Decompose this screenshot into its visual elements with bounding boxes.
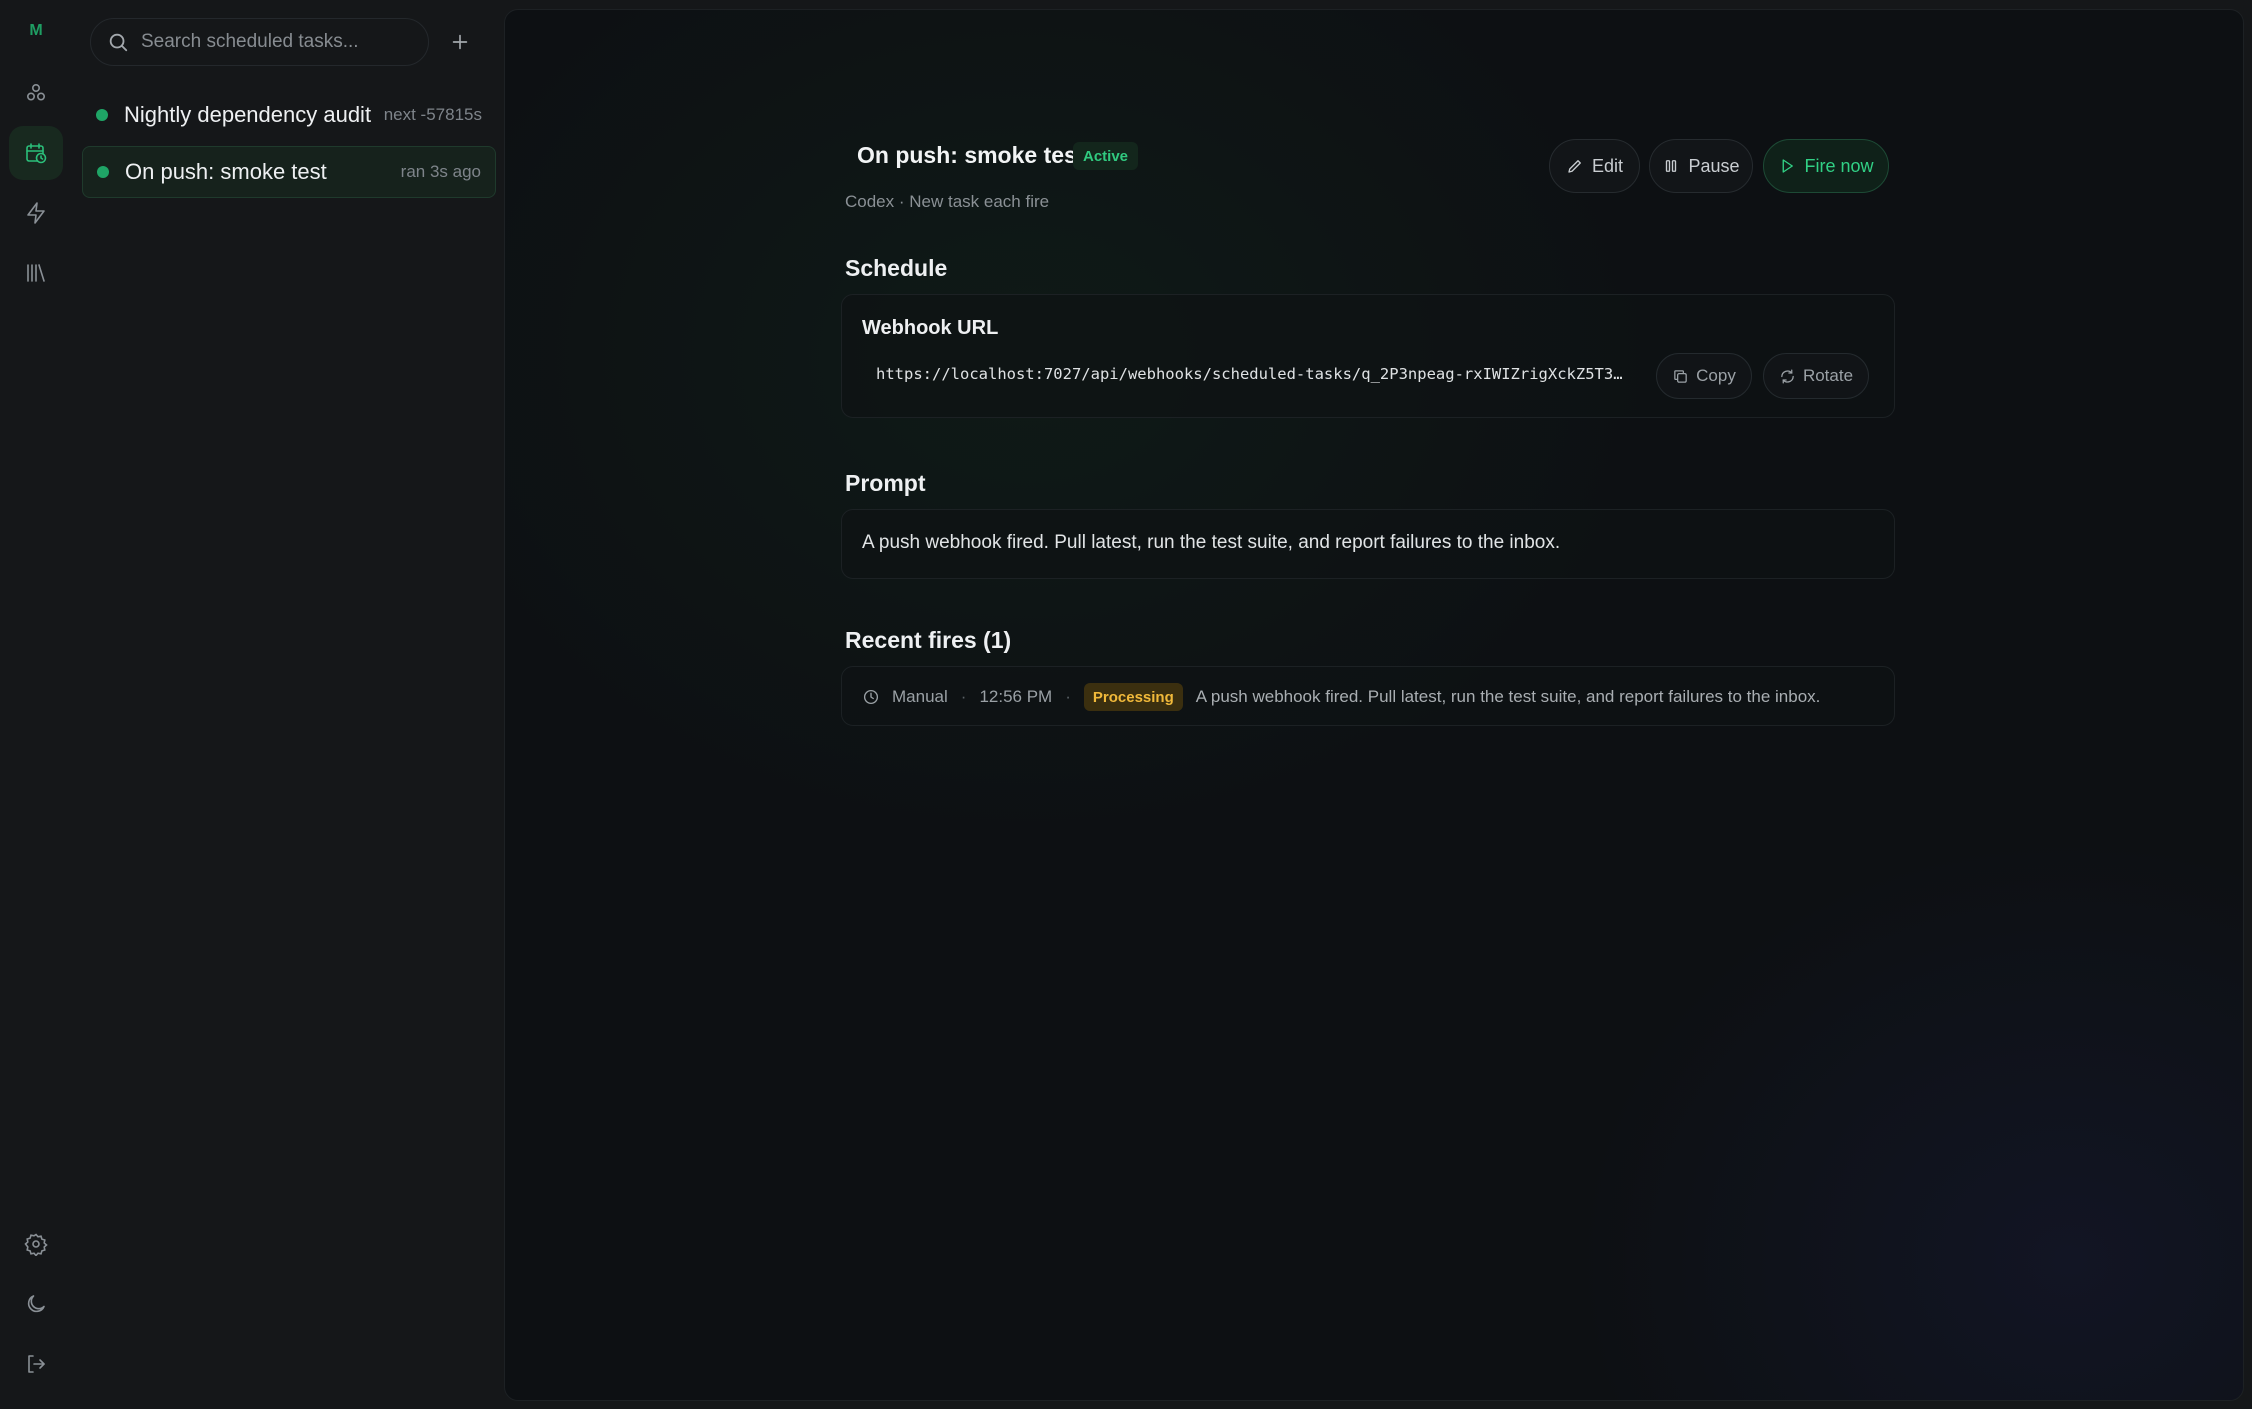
task-meta: ran 3s ago (400, 162, 481, 181)
plus-icon (452, 34, 468, 50)
task-list-item[interactable]: Nightly dependency audit next -57815s (82, 89, 496, 141)
pause-icon (1666, 160, 1677, 172)
rotate-label: Rotate (1802, 366, 1854, 385)
edit-button[interactable]: Edit (1549, 139, 1640, 193)
search-box[interactable] (90, 18, 429, 66)
task-name: Nightly dependency audit (124, 102, 372, 127)
search-input[interactable] (139, 30, 409, 54)
copy-label: Copy (1696, 366, 1736, 385)
pencil-icon (1568, 160, 1581, 173)
webhook-card: Webhook URL https://localhost:7027/api/w… (841, 294, 1895, 418)
webhook-url[interactable]: https://localhost:7027/api/webhooks/sche… (876, 365, 1628, 383)
prompt-text: A push webhook fired. Pull latest, run t… (862, 532, 1561, 553)
search-icon (109, 33, 128, 52)
app-logo[interactable]: M (0, 22, 72, 40)
clock-icon (863, 689, 879, 705)
copy-icon (1674, 369, 1687, 383)
play-icon (1783, 159, 1794, 173)
fire-list-item[interactable]: Manual · 12:56 PM · Processing A push we… (841, 666, 1895, 726)
page-title: On push: smoke test (857, 142, 1085, 168)
separator: · (960, 687, 967, 706)
task-subtitle: Codex · New task each fire (845, 192, 1050, 211)
webhook-label: Webhook URL (862, 317, 999, 339)
prompt-card: A push webhook fired. Pull latest, run t… (841, 509, 1895, 579)
separator: · (1065, 687, 1071, 706)
rotate-button[interactable]: Rotate (1763, 353, 1869, 399)
recent-fires-heading: Recent fires (1) (845, 627, 1012, 653)
task-sidebar: Nightly dependency audit next -57815s On… (72, 0, 504, 1409)
scheduled-icon[interactable] (9, 126, 63, 180)
settings-icon[interactable] (9, 1217, 63, 1271)
fire-text: A push webhook fired. Pull latest, run t… (1195, 687, 1821, 706)
task-meta: next -57815s (383, 105, 482, 124)
status-dot (96, 109, 108, 121)
pause-label: Pause (1688, 155, 1740, 176)
fire-now-button[interactable]: Fire now (1763, 139, 1889, 193)
task-detail-panel: On push: smoke test Active Codex · New t… (504, 9, 2244, 1401)
status-dot (97, 166, 109, 178)
status-badge: Active (1073, 142, 1139, 170)
prompt-heading: Prompt (845, 470, 926, 496)
fire-row: Manual · 12:56 PM · Processing A push we… (862, 667, 1820, 727)
processing-badge: Processing (1083, 683, 1183, 711)
library-icon[interactable] (9, 246, 63, 300)
refresh-icon (1781, 368, 1794, 384)
lightning-icon[interactable] (9, 186, 63, 240)
schedule-heading: Schedule (845, 255, 948, 281)
agents-icon[interactable] (9, 66, 63, 120)
task-name: On push: smoke test (125, 159, 327, 184)
logout-icon[interactable] (9, 1337, 63, 1391)
add-task-button[interactable] (444, 26, 476, 58)
fire-now-label: Fire now (1804, 155, 1874, 176)
copy-button[interactable]: Copy (1656, 353, 1752, 399)
edit-label: Edit (1591, 155, 1624, 176)
task-list-item-selected[interactable]: On push: smoke test ran 3s ago (82, 146, 496, 198)
fire-time: 12:56 PM (979, 687, 1053, 706)
moon-icon[interactable] (9, 1277, 63, 1331)
icon-rail: M (0, 0, 72, 1409)
pause-button[interactable]: Pause (1649, 139, 1753, 193)
fire-trigger: Manual (892, 687, 948, 706)
